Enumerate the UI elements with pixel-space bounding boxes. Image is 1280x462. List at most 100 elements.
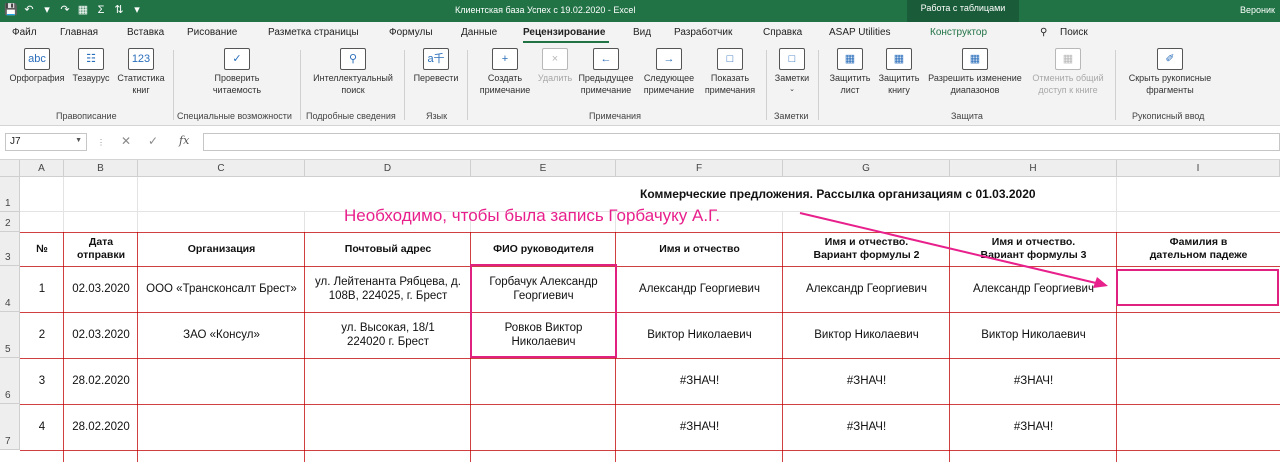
cell-a7[interactable]: 4 bbox=[20, 404, 64, 450]
row-header-1[interactable]: 1 bbox=[0, 177, 20, 212]
cancel-icon[interactable]: ✕ bbox=[121, 134, 131, 148]
cell-f6[interactable]: #ЗНАЧ! bbox=[616, 358, 783, 404]
undo-icon[interactable]: ↶ bbox=[22, 3, 36, 17]
tab-formulas[interactable]: Формулы bbox=[389, 27, 433, 38]
column-header-h[interactable]: H bbox=[950, 160, 1117, 177]
row-header-6[interactable]: 6 bbox=[0, 358, 20, 404]
cell-c6[interactable] bbox=[138, 358, 305, 404]
cell-i7[interactable] bbox=[1117, 404, 1280, 450]
previous-comment-button[interactable]: ← Предыдущее примечание bbox=[575, 48, 637, 96]
column-header-i[interactable]: I bbox=[1117, 160, 1280, 177]
show-comments-button[interactable]: □ Показать примечания bbox=[700, 48, 760, 96]
cell-e7[interactable] bbox=[471, 404, 616, 450]
cell-h4[interactable]: Александр Георгиевич bbox=[950, 266, 1117, 312]
cell-b5[interactable]: 02.03.2020 bbox=[64, 312, 138, 358]
sort-icon[interactable]: ⇅ bbox=[112, 3, 126, 17]
cell-i5[interactable] bbox=[1117, 312, 1280, 358]
cell-d5[interactable]: ул. Высокая, 18/1 224020 г. Брест bbox=[305, 312, 471, 358]
cell-b6[interactable]: 28.02.2020 bbox=[64, 358, 138, 404]
row-header-7[interactable]: 7 bbox=[0, 404, 20, 450]
cell-c5[interactable]: ЗАО «Консул» bbox=[138, 312, 305, 358]
new-comment-button[interactable]: + Создать примечание bbox=[474, 48, 536, 96]
cell-b7[interactable]: 28.02.2020 bbox=[64, 404, 138, 450]
column-header-g[interactable]: G bbox=[783, 160, 950, 177]
search-icon[interactable]: ⚲ bbox=[1040, 27, 1047, 38]
delete-comment-button[interactable]: × Удалить bbox=[535, 48, 575, 84]
column-header-f[interactable]: F bbox=[616, 160, 783, 177]
allow-edit-ranges-button[interactable]: ▦ Разрешить изменение диапазонов bbox=[924, 48, 1026, 96]
user-name[interactable]: Вероник bbox=[1240, 5, 1275, 15]
cell-g6[interactable]: #ЗНАЧ! bbox=[783, 358, 950, 404]
column-header-b[interactable]: B bbox=[64, 160, 138, 177]
cell-a5[interactable]: 2 bbox=[20, 312, 64, 358]
header-cell-address[interactable]: Почтовый адрес bbox=[305, 232, 471, 266]
tab-help[interactable]: Справка bbox=[763, 27, 802, 38]
enter-icon[interactable]: ✓ bbox=[148, 134, 158, 148]
protect-sheet-button[interactable]: ▦ Защитить лист bbox=[826, 48, 874, 96]
tab-developer[interactable]: Разработчик bbox=[674, 27, 732, 38]
unshare-workbook-button[interactable]: ▦ Отменить общий доступ к книге bbox=[1026, 48, 1110, 96]
tab-file[interactable]: Файл bbox=[12, 27, 37, 38]
tab-draw[interactable]: Рисование bbox=[187, 27, 237, 38]
tab-asap-utilities[interactable]: ASAP Utilities bbox=[829, 27, 891, 38]
row-header-4[interactable]: 4 bbox=[0, 266, 20, 312]
tab-view[interactable]: Вид bbox=[633, 27, 651, 38]
translate-button[interactable]: a千 Перевести bbox=[410, 48, 462, 84]
sum-icon[interactable]: Σ bbox=[94, 3, 108, 17]
cell-h7[interactable]: #ЗНАЧ! bbox=[950, 404, 1117, 450]
cell-g5[interactable]: Виктор Николаевич bbox=[783, 312, 950, 358]
dropdown-icon[interactable]: ▾ bbox=[40, 3, 54, 17]
tab-data[interactable]: Данные bbox=[461, 27, 497, 38]
thesaurus-button[interactable]: ☷ Тезаурус bbox=[68, 48, 114, 84]
check-accessibility-button[interactable]: ✓ Проверить читаемость bbox=[198, 48, 276, 96]
protect-workbook-button[interactable]: ▦ Защитить книгу bbox=[875, 48, 923, 96]
tab-page-layout[interactable]: Разметка страницы bbox=[268, 27, 359, 38]
smart-lookup-button[interactable]: ⚲ Интеллектуальный поиск bbox=[306, 48, 400, 96]
cell-i6[interactable] bbox=[1117, 358, 1280, 404]
cell-h6[interactable]: #ЗНАЧ! bbox=[950, 358, 1117, 404]
header-cell-surname-dative[interactable]: Фамилия в дательном падеже bbox=[1117, 232, 1280, 266]
cell-f4[interactable]: Александр Георгиевич bbox=[616, 266, 783, 312]
cell-a6[interactable]: 3 bbox=[20, 358, 64, 404]
cell-h5[interactable]: Виктор Николаевич bbox=[950, 312, 1117, 358]
header-cell-name-v2[interactable]: Имя и отчество. Вариант формулы 2 bbox=[783, 232, 950, 266]
cell-a4[interactable]: 1 bbox=[20, 266, 64, 312]
column-header-a[interactable]: A bbox=[20, 160, 64, 177]
header-cell-director[interactable]: ФИО руководителя bbox=[471, 232, 616, 266]
row-header-2[interactable]: 2 bbox=[0, 212, 20, 232]
cell-c4[interactable]: ООО «Трансконсалт Брест» bbox=[138, 266, 305, 312]
column-header-e[interactable]: E bbox=[471, 160, 616, 177]
cell-f7[interactable]: #ЗНАЧ! bbox=[616, 404, 783, 450]
formula-input[interactable] bbox=[203, 133, 1280, 151]
cell-g4[interactable]: Александр Георгиевич bbox=[783, 266, 950, 312]
header-cell-name-v3[interactable]: Имя и отчество. Вариант формулы 3 bbox=[950, 232, 1117, 266]
next-comment-button[interactable]: → Следующее примечание bbox=[638, 48, 700, 96]
row-header-5[interactable]: 5 bbox=[0, 312, 20, 358]
column-header-d[interactable]: D bbox=[305, 160, 471, 177]
insert-function-icon[interactable]: fx bbox=[179, 134, 189, 147]
tab-insert[interactable]: Вставка bbox=[127, 27, 164, 38]
workbook-stats-button[interactable]: 123 Статистика книг bbox=[113, 48, 169, 96]
tab-search[interactable]: Поиск bbox=[1060, 27, 1088, 38]
column-header-c[interactable]: C bbox=[138, 160, 305, 177]
header-cell-number[interactable]: № bbox=[20, 232, 64, 266]
chevron-down-icon[interactable]: ▼ bbox=[75, 137, 82, 144]
cell-b4[interactable]: 02.03.2020 bbox=[64, 266, 138, 312]
redo-icon[interactable]: ↷ bbox=[58, 3, 72, 17]
select-all-corner[interactable] bbox=[0, 160, 20, 177]
name-box[interactable]: J7 ▼ bbox=[5, 133, 87, 151]
cell-c7[interactable] bbox=[138, 404, 305, 450]
cell-d6[interactable] bbox=[305, 358, 471, 404]
customize-qat-icon[interactable]: ▾ bbox=[130, 3, 144, 17]
header-cell-name[interactable]: Имя и отчество bbox=[616, 232, 783, 266]
cell-e6[interactable] bbox=[471, 358, 616, 404]
notes-button[interactable]: □ Заметки ⌄ bbox=[770, 48, 814, 96]
spelling-button[interactable]: abc Орфография bbox=[8, 48, 66, 84]
header-cell-date[interactable]: Дата отправки bbox=[64, 232, 138, 266]
tab-review[interactable]: Рецензирование bbox=[523, 27, 605, 38]
table-icon[interactable]: ▦ bbox=[76, 3, 90, 17]
header-cell-organization[interactable]: Организация bbox=[138, 232, 305, 266]
cell-d4[interactable]: ул. Лейтенанта Рябцева, д. 108В, 224025,… bbox=[305, 266, 471, 312]
tab-home[interactable]: Главная bbox=[60, 27, 98, 38]
cell-d7[interactable] bbox=[305, 404, 471, 450]
